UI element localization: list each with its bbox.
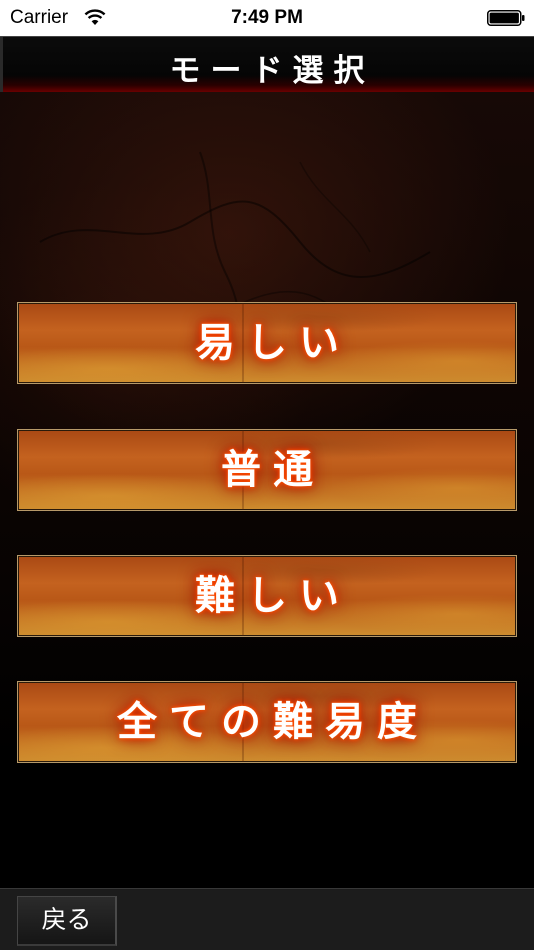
mode-button-hard[interactable]: 難しい (17, 555, 517, 637)
status-bar: Carrier 7:49 PM (0, 0, 534, 36)
mode-select-content: 易しい 普通 難しい 全ての難易度 (0, 92, 534, 888)
mode-label-normal: 普通 (221, 447, 325, 493)
mode-button-normal[interactable]: 普通 (17, 429, 517, 511)
mode-label-hard: 難しい (195, 573, 351, 619)
mode-button-all-difficulties[interactable]: 全ての難易度 (17, 681, 517, 763)
mode-label-easy: 易しい (195, 320, 351, 366)
mode-button-easy[interactable]: 易しい (17, 302, 517, 384)
status-time: 7:49 PM (231, 7, 303, 28)
bottom-toolbar: 戻る (0, 888, 534, 950)
nav-bar: モード選択 (0, 36, 534, 93)
back-button[interactable]: 戻る (17, 896, 117, 946)
page-title: モード選択 (169, 53, 375, 89)
mode-label-all-difficulties: 全ての難易度 (117, 699, 429, 745)
battery-icon (487, 10, 525, 26)
